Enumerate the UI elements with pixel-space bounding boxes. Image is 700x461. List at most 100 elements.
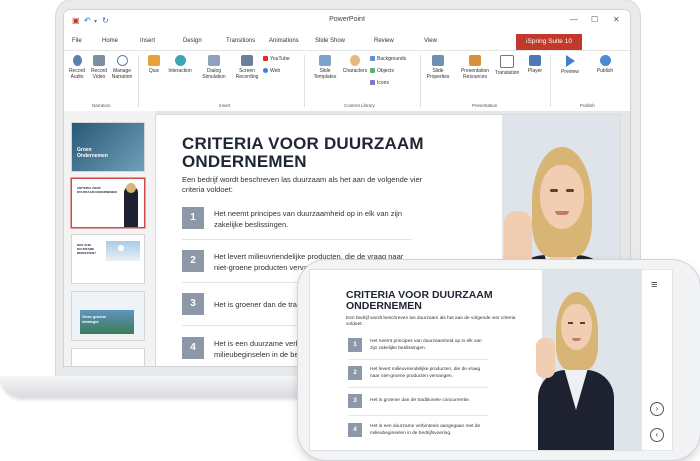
interaction-icon <box>174 55 186 66</box>
web-button[interactable]: Web <box>263 68 280 74</box>
slide-intro: Een bedrijf wordt beschreven las duurzaa… <box>182 175 423 194</box>
tab-design[interactable]: Design <box>183 38 202 44</box>
screen-recording-button[interactable]: Screen Recording <box>234 55 260 80</box>
thumbnail-3[interactable]: WAT ZIJN DUURZAME BEDRIJVEN? <box>72 235 144 283</box>
tab-slide-show[interactable]: Slide Show <box>315 38 345 44</box>
ribbon-tabs: File Home Insert Design Transitions Anim… <box>64 34 630 50</box>
templates-icon <box>319 55 331 66</box>
screen-record-icon <box>241 55 253 66</box>
tab-review[interactable]: Review <box>374 38 394 44</box>
divider <box>420 55 421 107</box>
title-bar: ▣ ↶ ▾ ↻ PowerPoint — ☐ ✕ <box>64 10 630 34</box>
quiz-button[interactable]: Quiz <box>141 55 167 74</box>
menu-icon[interactable]: ≡ <box>651 280 657 291</box>
criterion-text: Het is een duurzame verbintenis aangegaa… <box>370 424 481 436</box>
raised-hand <box>536 338 555 378</box>
previous-slide-button[interactable]: ‹ <box>650 428 664 442</box>
thumbnail-2-title: CRITERIA VOOR DUURZAAM ONDERNEMEN <box>77 186 117 194</box>
phone-slide-screen[interactable]: CRITERIA VOOR DUURZAAM ONDERNEMEN Een be… <box>310 270 642 450</box>
next-slide-button[interactable]: › <box>650 402 664 416</box>
thumbnail-2[interactable]: CRITERIA VOOR DUURZAAM ONDERNEMEN <box>72 179 144 227</box>
criterion-number: 4 <box>182 337 204 359</box>
microphone-icon <box>72 55 82 66</box>
phone-slide-title: CRITERIA VOOR DUURZAAM ONDERNEMEN <box>346 289 493 312</box>
characters-button[interactable]: Characters <box>342 55 368 74</box>
icons-button[interactable]: Icons <box>370 80 389 86</box>
tab-view[interactable]: View <box>424 38 437 44</box>
character-icon <box>350 55 360 66</box>
dialog-simulation-button[interactable]: Dialog Simulation <box>201 55 227 80</box>
eye <box>568 322 573 324</box>
slide-properties-button[interactable]: Slide Properties <box>425 55 451 80</box>
youtube-button[interactable]: YouTube <box>263 56 290 62</box>
quiz-icon <box>148 55 160 66</box>
camera-icon <box>93 55 105 66</box>
divider <box>348 415 488 416</box>
eye <box>580 322 585 324</box>
tab-animations[interactable]: Animations <box>269 38 299 44</box>
icons-library-icon <box>370 80 375 86</box>
publish-button[interactable]: Publish <box>592 55 618 74</box>
clock-icon <box>116 55 128 66</box>
thumbnail-1-label: Groen Ondernemen <box>77 147 108 159</box>
phone-slide-intro: Een bedrijf wordt beschreven las duurzaa… <box>346 316 516 327</box>
criterion-text: Het levert milieuvriendelijke producten,… <box>370 367 481 379</box>
criterion-text: Het neemt principes van duurzaamheid op … <box>214 209 403 229</box>
ribbon: Record Audio Record Video Manage Narrati… <box>64 50 630 112</box>
tab-file[interactable]: File <box>72 38 82 44</box>
thumbnail-4-title: Onze groene strategie <box>82 314 107 324</box>
player-icon <box>529 55 541 66</box>
tab-ispring-suite[interactable]: iSpring Suite 10 <box>516 34 582 50</box>
globe-icon <box>263 68 268 74</box>
slide-thumbnail-pane: Groen Ondernemen CRITERIA VOOR DUURZAAM … <box>64 111 156 366</box>
thumbnail-5[interactable] <box>72 349 144 366</box>
eye <box>550 189 558 192</box>
divider <box>550 55 551 107</box>
criterion-number: 3 <box>348 394 362 408</box>
slide-title: CRITERIA VOOR DUURZAAM ONDERNEMEN <box>182 134 424 171</box>
criterion-number: 3 <box>182 293 204 315</box>
divider <box>348 387 488 388</box>
translation-icon <box>500 55 514 68</box>
translation-button[interactable]: Translation <box>494 55 520 76</box>
mouth <box>555 211 569 215</box>
group-label-narration: Narration <box>92 103 111 108</box>
maximize-button[interactable]: ☐ <box>591 15 598 24</box>
phone-player-sidebar: ≡ › ‹ <box>642 270 672 450</box>
presentation-resources-button[interactable]: Presentation Resources <box>457 55 493 80</box>
face <box>540 165 584 229</box>
criterion-number: 2 <box>348 366 362 380</box>
tab-insert[interactable]: Insert <box>140 38 155 44</box>
player-button[interactable]: Player <box>522 55 548 74</box>
presenter-character <box>530 286 620 450</box>
interaction-button[interactable]: Interaction <box>167 55 193 74</box>
thumbnail-1[interactable]: Groen Ondernemen <box>72 123 144 171</box>
divider <box>138 55 139 107</box>
slide-templates-button[interactable]: Slide Templates <box>312 55 338 80</box>
criterion-number: 1 <box>348 338 362 352</box>
thumbnail-3-title: WAT ZIJN DUURZAME BEDRIJVEN? <box>77 243 97 255</box>
backgrounds-button[interactable]: Backgrounds <box>370 56 406 62</box>
thumbnail-2-head <box>126 183 136 193</box>
thumbnail-4[interactable]: Onze groene strategie <box>72 292 144 340</box>
youtube-icon <box>263 56 268 62</box>
criterion-number: 1 <box>182 207 204 229</box>
group-label-content-library: Content Library <box>344 103 375 108</box>
divider <box>304 55 305 107</box>
preview-button[interactable]: Preview <box>557 55 583 75</box>
group-label-insert: Insert <box>219 103 231 108</box>
tab-transitions[interactable]: Transitions <box>226 38 255 44</box>
minimize-button[interactable]: — <box>570 15 578 24</box>
eye <box>566 189 574 192</box>
tab-home[interactable]: Home <box>102 38 118 44</box>
manage-narration-button[interactable]: Manage Narration <box>109 55 135 80</box>
face <box>561 304 592 350</box>
close-button[interactable]: ✕ <box>613 15 620 24</box>
objects-button[interactable]: Objects <box>370 68 394 74</box>
dialog-icon <box>208 55 220 66</box>
background-icon <box>370 56 375 62</box>
criterion-number: 4 <box>348 423 362 437</box>
slide-properties-icon <box>432 55 444 66</box>
criterion-text: Het is groener dan de traditionele concu… <box>370 398 470 403</box>
thumbnail-3-image <box>106 241 140 261</box>
